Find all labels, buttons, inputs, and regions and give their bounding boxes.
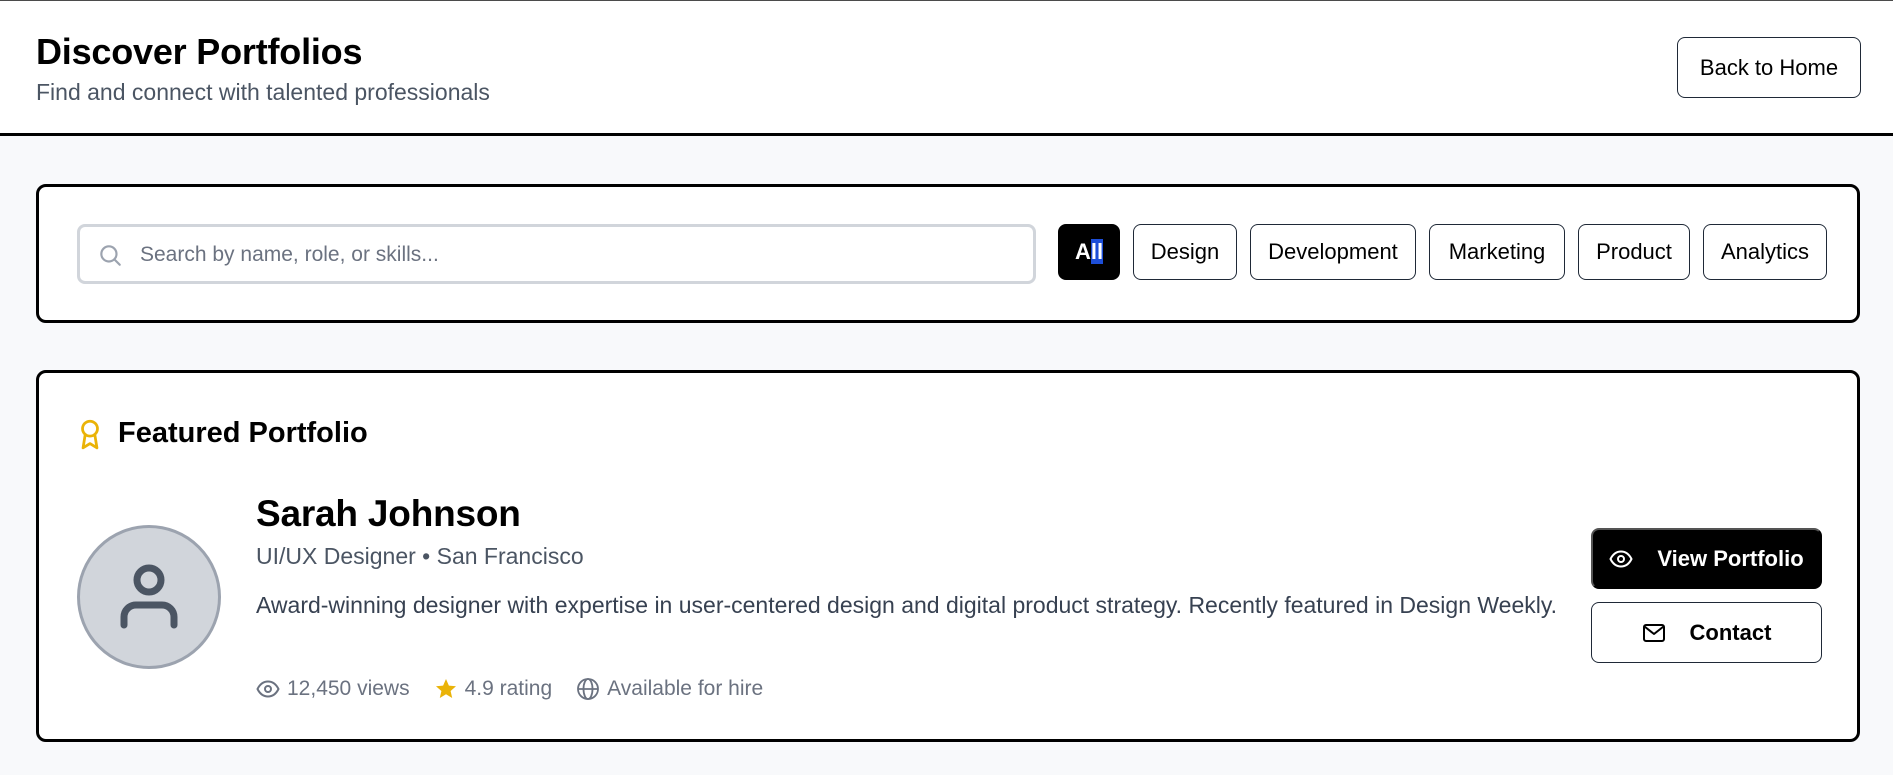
filter-chip-design[interactable]: Design: [1133, 224, 1237, 280]
filter-chip-product[interactable]: Product: [1578, 224, 1690, 280]
availability-text: Available for hire: [607, 677, 764, 700]
featured-heading-label: Featured Portfolio: [118, 417, 368, 449]
user-icon: [120, 564, 178, 629]
search-placeholder: Search by name, role, or skills...: [140, 243, 439, 266]
profile-stats: 12,450 views 4.9 rating Available for hi…: [256, 677, 787, 701]
award-icon: [81, 419, 99, 449]
profile-name: Sarah Johnson: [256, 493, 521, 534]
filter-chip-development[interactable]: Development: [1250, 224, 1416, 280]
filter-chip-marketing[interactable]: Marketing: [1429, 224, 1565, 280]
search-icon: [100, 245, 121, 266]
filter-chip-all-label: All: [1074, 239, 1104, 264]
avatar: [77, 525, 221, 669]
page-header: Discover Portfolios Find and connect wit…: [0, 0, 1893, 136]
eye-icon: [256, 680, 280, 698]
profile-role: UI/UX Designer • San Francisco: [256, 543, 584, 569]
rating-stat: 4.9 rating: [434, 677, 553, 701]
star-icon: [435, 679, 456, 698]
view-portfolio-button[interactable]: View Portfolio: [1591, 528, 1822, 589]
eye-icon: [1609, 550, 1633, 567]
search-input[interactable]: Search by name, role, or skills...: [77, 224, 1036, 284]
rating-value: 4.9 rating: [464, 677, 553, 700]
filter-chip-all[interactable]: All: [1058, 224, 1120, 280]
page-subtitle: Find and connect with talented professio…: [36, 79, 490, 105]
view-portfolio-label: View Portfolio: [1657, 545, 1804, 571]
contact-label: Contact: [1689, 619, 1772, 645]
globe-icon: [577, 678, 600, 700]
filter-panel: Search by name, role, or skills... All D…: [36, 184, 1860, 323]
filter-chip-analytics[interactable]: Analytics: [1703, 224, 1827, 280]
featured-portfolio-card: Featured Portfolio Sarah Johnson UI/UX D…: [36, 370, 1860, 742]
views-stat: 12,450 views: [256, 677, 410, 701]
availability-stat: Available for hire: [576, 677, 763, 701]
page-title: Discover Portfolios: [36, 31, 363, 72]
views-count: 12,450 views: [287, 677, 410, 700]
mail-icon: [1642, 623, 1665, 642]
back-to-home-button[interactable]: Back to Home: [1677, 37, 1861, 98]
profile-bio: Award-winning designer with expertise in…: [256, 592, 1558, 618]
contact-button[interactable]: Contact: [1591, 602, 1822, 663]
featured-heading: Featured Portfolio: [77, 417, 368, 450]
